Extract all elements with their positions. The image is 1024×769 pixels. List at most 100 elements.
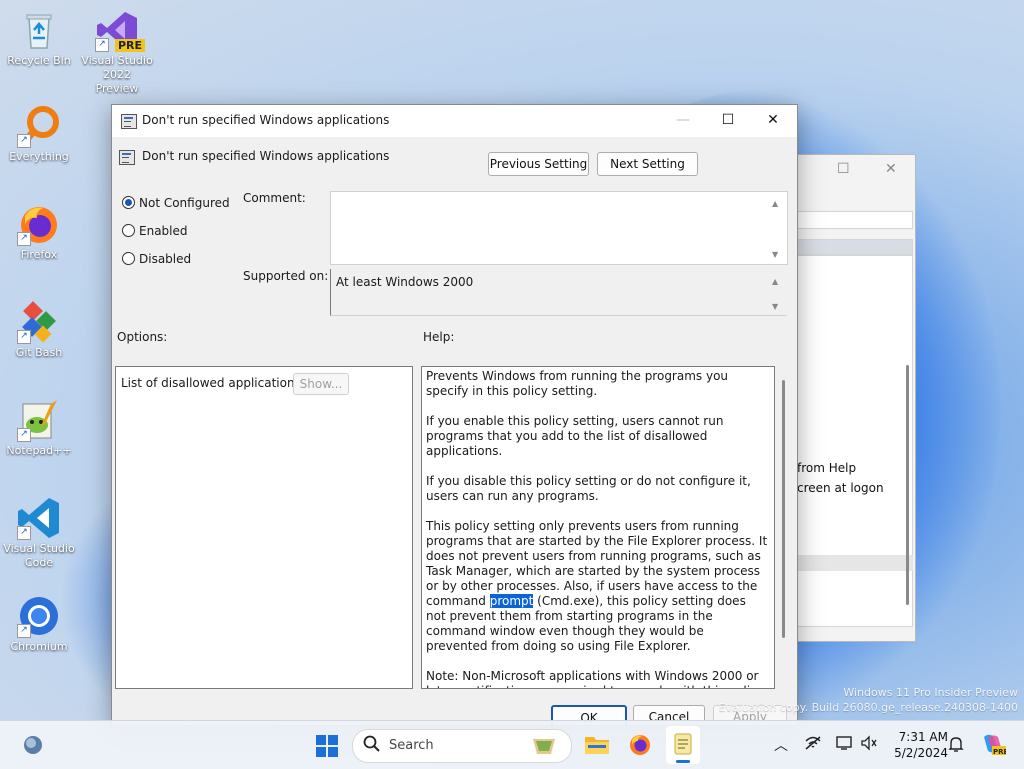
- help-paragraph: If you enable this policy setting, users…: [426, 414, 724, 458]
- options-label: Options:: [117, 330, 168, 344]
- supported-on-value: At least Windows 2000: [336, 275, 474, 289]
- shortcut-arrow-icon: ↗: [17, 428, 31, 442]
- desktop-icon-label: Visual Studio Code: [3, 542, 75, 569]
- radio-dot[interactable]: [122, 196, 135, 209]
- shortcut-arrow-icon: ↗: [17, 526, 31, 540]
- search-highlight-icon: [531, 736, 557, 759]
- background-window-selected-row: [797, 555, 913, 571]
- visual-studio-icon: PRE ↗: [95, 8, 145, 52]
- supported-on-field: At least Windows 2000: [330, 269, 787, 316]
- svg-text:PRE: PRE: [993, 748, 1006, 756]
- previous-setting-button[interactable]: Previous Setting: [488, 152, 589, 176]
- shortcut-arrow-icon: ↗: [17, 624, 31, 638]
- scroll-up-icon[interactable]: ▲: [772, 199, 778, 208]
- widgets-icon[interactable]: [22, 734, 44, 759]
- vscode-icon: ↗: [17, 496, 61, 540]
- options-panel: List of disallowed applications Show...: [115, 366, 413, 689]
- scroll-down-icon[interactable]: ▼: [772, 250, 778, 259]
- maximize-icon[interactable]: ☐: [713, 109, 743, 131]
- volume-icon[interactable]: [860, 735, 878, 755]
- minimize-icon[interactable]: —: [668, 109, 698, 131]
- scroll-down-icon[interactable]: ▼: [772, 302, 778, 311]
- radio-dot[interactable]: [122, 252, 135, 265]
- network-icon[interactable]: [804, 735, 822, 755]
- search-placeholder: Search: [389, 738, 434, 753]
- notepad-plus-icon: ↗: [17, 398, 61, 442]
- policy-heading: Don't run specified Windows applications: [142, 149, 390, 163]
- close-icon[interactable]: ✕: [758, 109, 788, 131]
- radio-label: Disabled: [139, 252, 192, 266]
- everything-icon: ↗: [17, 104, 61, 148]
- background-window-content: [797, 255, 913, 627]
- help-textbox[interactable]: Prevents Windows from running the progra…: [421, 366, 775, 689]
- help-scrollbar[interactable]: [782, 380, 785, 638]
- show-button[interactable]: Show...: [293, 373, 349, 395]
- clock-date: 5/2/2024: [894, 746, 948, 760]
- comment-label: Comment:: [243, 191, 306, 205]
- display-icon[interactable]: [836, 735, 854, 755]
- taskbar-clock[interactable]: 7:31 AM 5/2/2024: [884, 729, 948, 761]
- desktop-icon-label: Firefox: [20, 248, 58, 261]
- notepad-taskbar-button[interactable]: [666, 726, 700, 764]
- firefox-icon[interactable]: [628, 733, 652, 760]
- desktop-icon-label: Recycle Bin: [7, 54, 71, 67]
- comment-textbox[interactable]: [330, 191, 788, 265]
- chevron-up-icon[interactable]: ︿: [774, 735, 788, 755]
- start-icon[interactable]: [316, 735, 338, 760]
- next-setting-button[interactable]: Next Setting: [597, 152, 698, 176]
- background-window-toolbar: [797, 211, 913, 229]
- maximize-icon[interactable]: ☐: [837, 161, 850, 177]
- desktop-icon-firefox[interactable]: ↗ Firefox: [2, 202, 76, 262]
- notepad-icon: [673, 732, 693, 759]
- notification-bell-icon[interactable]: [948, 735, 964, 757]
- selected-text: prompt: [489, 594, 534, 608]
- shortcut-arrow-icon: ↗: [17, 232, 31, 246]
- help-paragraph: Prevents Windows from running the progra…: [426, 369, 729, 398]
- watermark-line2: Evaluation copy. Build 26080.ge_release.…: [718, 701, 1018, 714]
- desktop-icon-notepad-plus[interactable]: ↗ Notepad++: [2, 398, 76, 458]
- help-paragraph: Note: Non-Microsoft applications with Wi…: [426, 669, 764, 688]
- background-window-titlebar[interactable]: ☐ ✕: [793, 155, 915, 185]
- radio-dot[interactable]: [122, 224, 135, 237]
- shortcut-arrow-icon: ↗: [17, 330, 31, 344]
- taskbar-search[interactable]: Search: [352, 729, 572, 763]
- desktop-icon-visual-studio[interactable]: PRE ↗ Visual Studio 2022 Preview: [80, 8, 154, 96]
- dialog-title: Don't run specified Windows applications: [142, 113, 390, 127]
- shortcut-arrow-icon: ↗: [17, 134, 31, 148]
- desktop-icon-git-bash[interactable]: ↗ Git Bash: [2, 300, 76, 360]
- desktop-icon-recycle-bin[interactable]: Recycle Bin: [2, 8, 76, 68]
- clock-time: 7:31 AM: [898, 730, 948, 744]
- chromium-icon: ↗: [17, 594, 61, 638]
- help-label: Help:: [423, 330, 455, 344]
- desktop-icon-everything[interactable]: ↗ Everything: [2, 104, 76, 164]
- shortcut-arrow-icon: ↗: [95, 38, 109, 52]
- desktop-icon-label: Notepad++: [6, 444, 72, 457]
- taskbar: Search ︿ 7:31 AM 5/2/2024 PRE: [0, 720, 1024, 769]
- desktop-icon-label: Git Bash: [15, 346, 63, 359]
- recycle-bin-icon: [17, 8, 61, 52]
- active-indicator: [676, 760, 690, 763]
- policy-dialog[interactable]: Don't run specified Windows applications…: [111, 104, 798, 726]
- pre-badge: PRE: [114, 39, 145, 52]
- firefox-icon: ↗: [17, 202, 61, 246]
- help-paragraph: If you disable this policy setting or do…: [426, 474, 751, 503]
- file-explorer-icon[interactable]: [584, 733, 610, 758]
- radio-label: Not Configured: [139, 196, 230, 210]
- dialog-titlebar[interactable]: Don't run specified Windows applications…: [112, 105, 797, 137]
- background-window[interactable]: ☐ ✕ from Help creen at logon: [792, 154, 916, 642]
- background-window-text: from Help: [797, 461, 857, 475]
- git-bash-icon: ↗: [17, 300, 61, 344]
- search-icon: [363, 735, 381, 756]
- desktop-icon-chromium[interactable]: ↗ Chromium: [2, 594, 76, 654]
- copilot-icon[interactable]: PRE: [980, 731, 1009, 761]
- scroll-up-icon[interactable]: ▲: [772, 277, 778, 286]
- background-window-text: creen at logon: [797, 481, 884, 495]
- desktop-icon-vscode[interactable]: ↗ Visual Studio Code: [2, 496, 76, 570]
- scrollbar[interactable]: [906, 365, 909, 605]
- close-icon[interactable]: ✕: [885, 161, 897, 177]
- help-paragraph: This policy setting only prevents users …: [426, 519, 768, 654]
- supported-on-label: Supported on:: [243, 269, 329, 283]
- desktop-icon-label: Everything: [9, 150, 69, 163]
- background-window-header: [797, 239, 913, 255]
- option-item-label: List of disallowed applications: [121, 376, 301, 390]
